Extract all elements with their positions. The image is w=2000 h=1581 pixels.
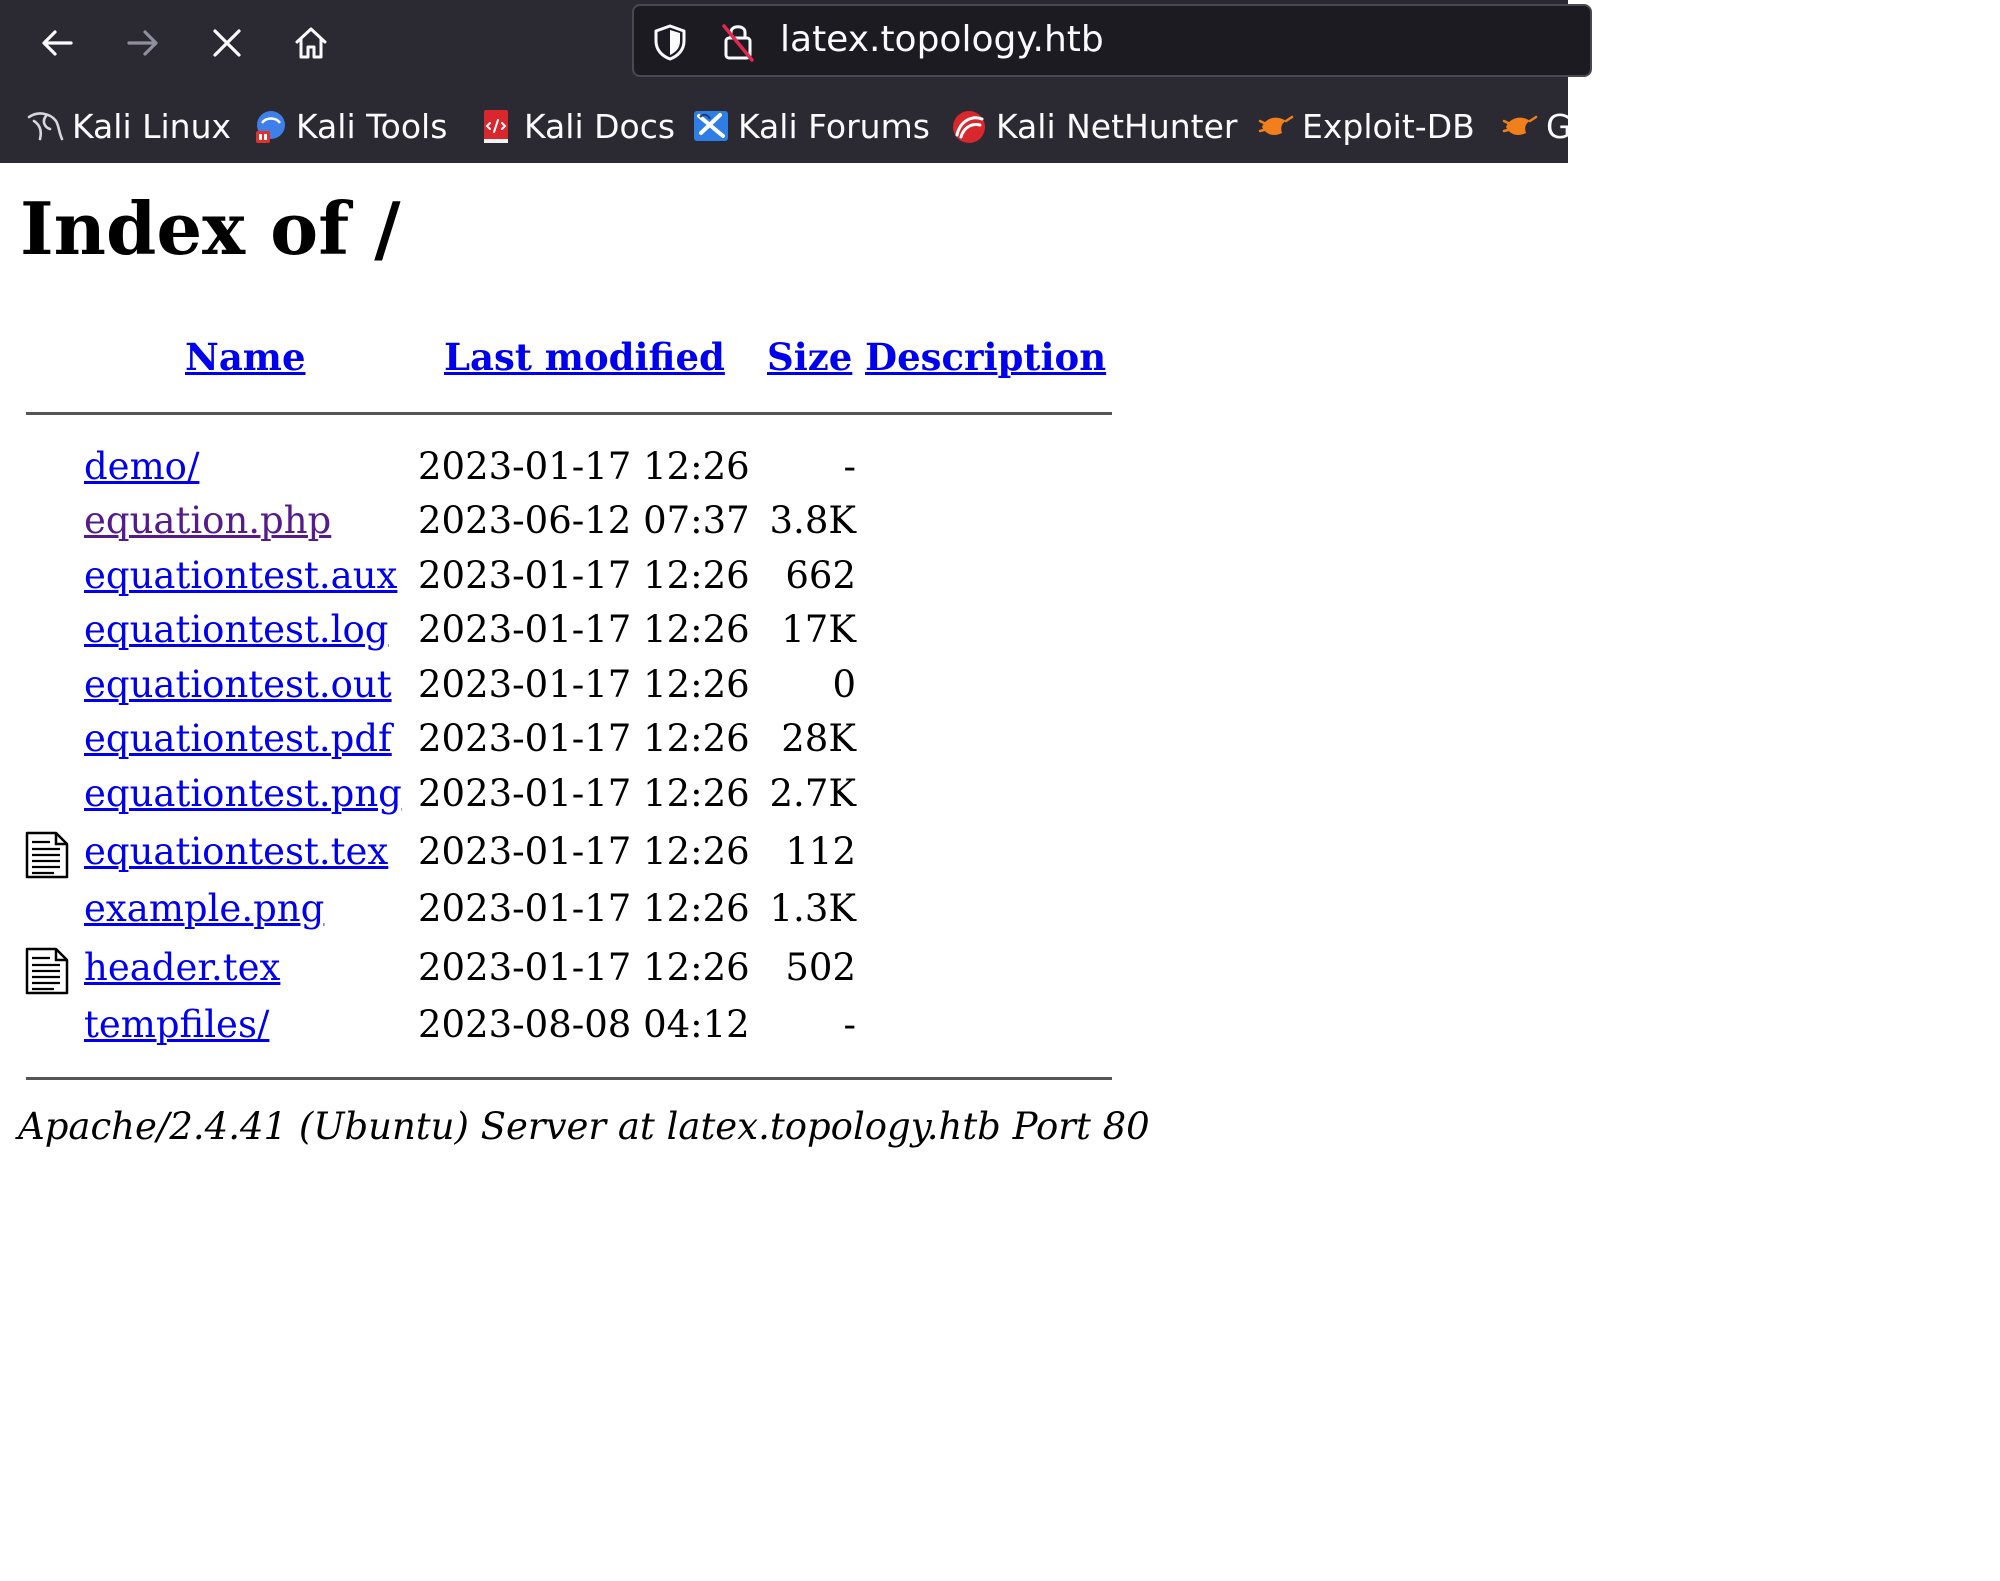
column-header-description[interactable]: Description bbox=[865, 333, 1106, 381]
bookmark-label: G bbox=[1546, 106, 1572, 146]
bookmark-kali-docs[interactable]: Kali Docs bbox=[478, 98, 675, 154]
bookmark-overflow[interactable]: G bbox=[1500, 98, 1572, 154]
table-row: equationtest.out 2023-01-17 12:26 0 bbox=[0, 661, 1200, 715]
file-date: 2023-01-17 12:26 bbox=[418, 717, 750, 760]
url-text[interactable]: latex.topology.htb bbox=[780, 18, 1104, 62]
bookmark-label: Kali Tools bbox=[296, 106, 448, 146]
file-size: 502 bbox=[785, 946, 856, 989]
file-size: 17K bbox=[781, 608, 856, 651]
exploit-db-icon bbox=[1502, 115, 1538, 135]
file-date: 2023-01-17 12:26 bbox=[418, 663, 750, 706]
table-row: equationtest.log 2023-01-17 12:26 17K bbox=[0, 606, 1200, 660]
close-icon bbox=[213, 29, 241, 57]
bookmark-exploit-db[interactable]: Exploit-DB bbox=[1256, 98, 1475, 154]
bookmark-label: Kali Docs bbox=[524, 106, 676, 146]
forward-button[interactable] bbox=[120, 20, 166, 66]
file-size: 1.3K bbox=[769, 887, 856, 930]
url-bar[interactable]: latex.topology.htb bbox=[632, 4, 1592, 77]
file-link[interactable]: example.png bbox=[84, 885, 324, 933]
kali-forums-icon bbox=[694, 111, 728, 141]
browser-chrome: latex.topology.htb Kali Linux Kali Tools bbox=[0, 0, 1592, 163]
text-file-icon bbox=[25, 947, 69, 995]
kali-dragon-icon bbox=[27, 112, 64, 141]
page-title: Index of / bbox=[20, 186, 401, 271]
bookmarks-toolbar: Kali Linux Kali Tools Kali Docs Kali For… bbox=[0, 98, 1572, 154]
file-link[interactable]: tempfiles/ bbox=[84, 1001, 269, 1049]
bookmark-kali-nethunter[interactable]: Kali NetHunter bbox=[950, 98, 1238, 154]
kali-nethunter-icon bbox=[953, 111, 985, 143]
file-size: 112 bbox=[785, 830, 856, 873]
file-date: 2023-01-17 12:26 bbox=[418, 608, 750, 651]
exploit-db-icon bbox=[1258, 115, 1294, 135]
column-header-name[interactable]: Name bbox=[185, 333, 306, 381]
table-row: tempfiles/ 2023-08-08 04:12 - bbox=[0, 1001, 1200, 1055]
file-date: 2023-01-17 12:26 bbox=[418, 887, 750, 930]
stop-button[interactable] bbox=[204, 20, 250, 66]
file-link[interactable]: equationtest.png bbox=[84, 770, 402, 818]
file-link[interactable]: equationtest.aux bbox=[84, 552, 397, 600]
file-link[interactable]: equationtest.pdf bbox=[84, 715, 392, 763]
bookmark-label: Kali Linux bbox=[72, 106, 232, 146]
file-link[interactable]: equationtest.log bbox=[84, 606, 388, 654]
file-date: 2023-06-12 07:37 bbox=[418, 499, 750, 542]
home-icon bbox=[295, 27, 327, 59]
arrow-left-icon bbox=[42, 30, 73, 56]
column-header-last-modified[interactable]: Last modified bbox=[444, 333, 725, 381]
file-size: - bbox=[843, 445, 856, 488]
file-date: 2023-01-17 12:26 bbox=[418, 554, 750, 597]
table-row: equationtest.tex 2023-01-17 12:26 112 bbox=[0, 828, 1200, 882]
column-header-size[interactable]: Size bbox=[767, 333, 852, 381]
bookmark-label: Exploit-DB bbox=[1302, 106, 1475, 146]
arrow-right-icon bbox=[127, 30, 158, 56]
file-size: 0 bbox=[832, 663, 856, 706]
file-size: 3.8K bbox=[769, 499, 856, 542]
file-date: 2023-01-17 12:26 bbox=[418, 772, 750, 815]
file-size: - bbox=[843, 1003, 856, 1046]
back-button[interactable] bbox=[34, 20, 80, 66]
file-size: 28K bbox=[781, 717, 856, 760]
bookmark-kali-forums[interactable]: Kali Forums bbox=[692, 98, 930, 154]
table-row: demo/ 2023-01-17 12:26 - bbox=[0, 443, 1200, 497]
table-row: equationtest.png 2023-01-17 12:26 2.7K bbox=[0, 770, 1200, 824]
tracking-protection-shield-icon[interactable] bbox=[650, 22, 690, 62]
table-row: equationtest.pdf 2023-01-17 12:26 28K bbox=[0, 715, 1200, 769]
bookmark-kali-linux[interactable]: Kali Linux bbox=[26, 98, 231, 154]
file-link[interactable]: header.tex bbox=[84, 944, 280, 992]
file-link[interactable]: demo/ bbox=[84, 443, 199, 491]
table-divider bbox=[26, 1077, 1112, 1080]
file-date: 2023-08-08 04:12 bbox=[418, 1003, 750, 1046]
file-date: 2023-01-17 12:26 bbox=[418, 946, 750, 989]
table-divider bbox=[26, 412, 1112, 415]
bookmark-kali-tools[interactable]: Kali Tools bbox=[250, 98, 447, 154]
insecure-lock-icon[interactable] bbox=[718, 20, 758, 64]
file-link[interactable]: equationtest.out bbox=[84, 661, 392, 709]
bookmark-label: Kali NetHunter bbox=[996, 106, 1238, 146]
table-row: header.tex 2023-01-17 12:26 502 bbox=[0, 944, 1200, 998]
table-row: equation.php 2023-06-12 07:37 3.8K bbox=[0, 497, 1200, 551]
table-row: equationtest.aux 2023-01-17 12:26 662 bbox=[0, 552, 1200, 606]
file-link[interactable]: equationtest.tex bbox=[84, 828, 388, 876]
text-file-icon bbox=[25, 831, 69, 879]
home-button[interactable] bbox=[288, 20, 334, 66]
file-size: 662 bbox=[785, 554, 856, 597]
bookmark-label: Kali Forums bbox=[738, 106, 930, 146]
file-size: 2.7K bbox=[769, 772, 856, 815]
file-link[interactable]: equation.php bbox=[84, 497, 331, 545]
file-date: 2023-01-17 12:26 bbox=[418, 445, 750, 488]
file-date: 2023-01-17 12:26 bbox=[418, 830, 750, 873]
server-signature: Apache/2.4.41 (Ubuntu) Server at latex.t… bbox=[18, 1105, 1150, 1148]
table-row: example.png 2023-01-17 12:26 1.3K bbox=[0, 885, 1200, 939]
kali-docs-icon bbox=[484, 110, 508, 143]
kali-tools-icon bbox=[256, 111, 285, 143]
page-content: Index of / Name Last modified Size Descr… bbox=[0, 163, 1568, 1237]
